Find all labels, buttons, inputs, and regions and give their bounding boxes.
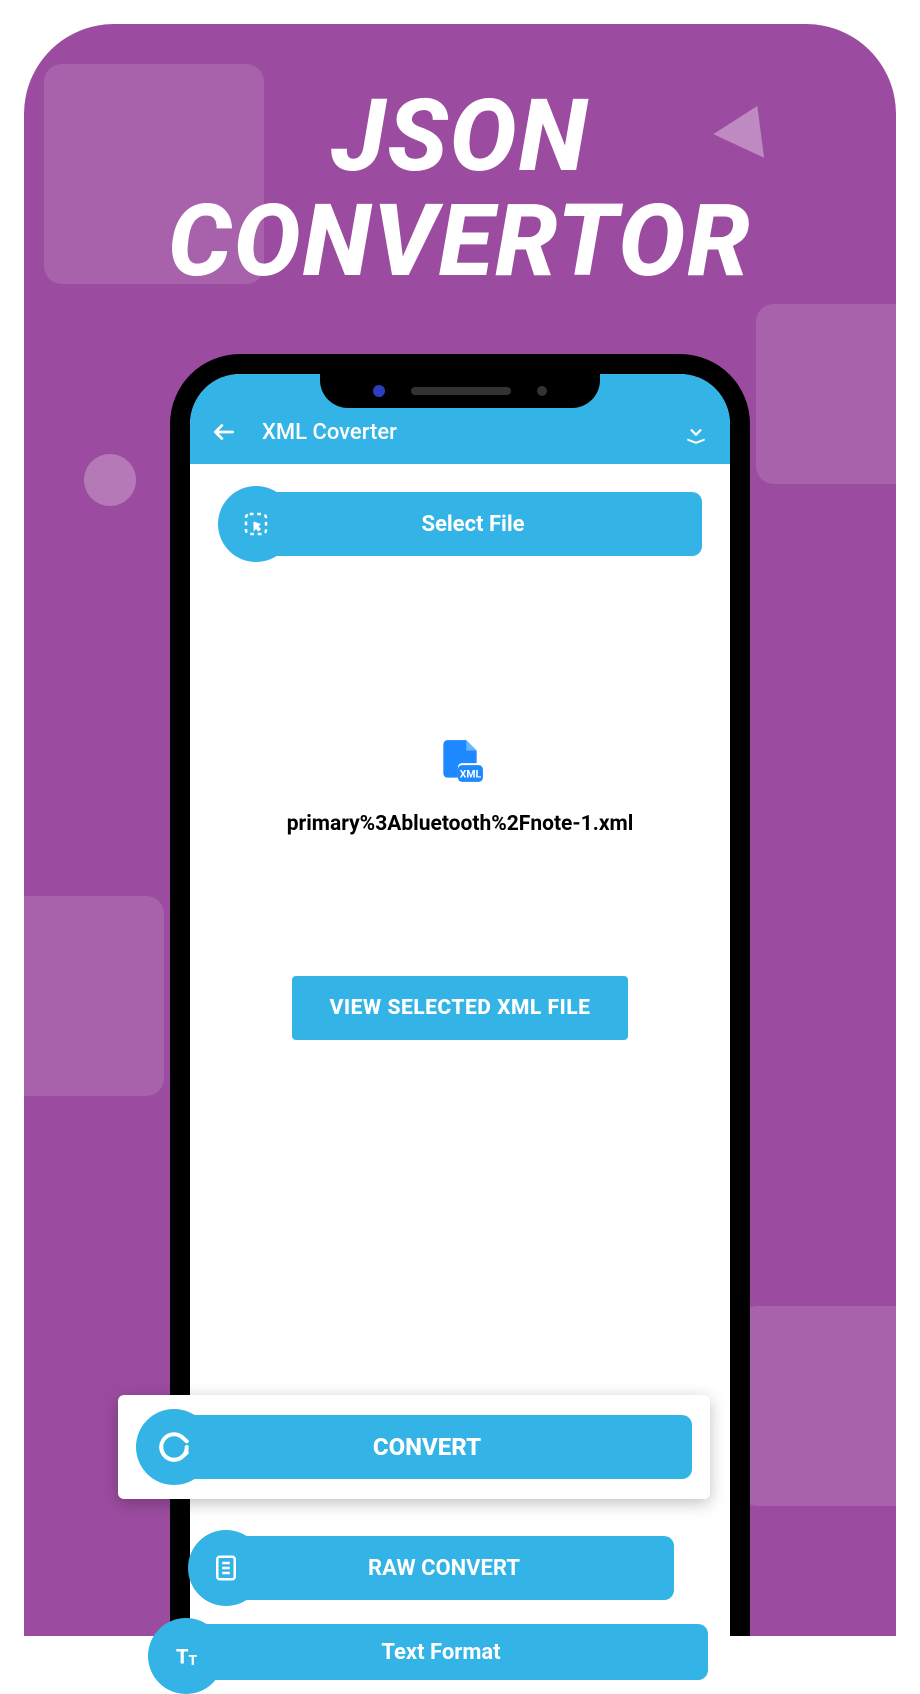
back-button[interactable] — [210, 418, 238, 446]
text-format-button[interactable]: Text Format TT — [148, 1624, 708, 1680]
selected-file-name: primary%3Abluetooth%2Fnote-1.xml — [287, 812, 634, 836]
decoration-square — [24, 896, 164, 1096]
select-file-label: Select File — [421, 512, 524, 537]
document-list-icon — [211, 1553, 241, 1583]
convert-card: CONVERT — [118, 1395, 710, 1499]
text-format-row: Text Format TT — [148, 1624, 708, 1680]
convert-button[interactable]: CONVERT — [136, 1415, 692, 1479]
speaker-slot — [411, 387, 511, 395]
promo-title: JSON CONVERTOR — [24, 84, 896, 294]
raw-convert-row: RAW CONVERT — [188, 1536, 674, 1600]
promo-title-line2: CONVERTOR — [168, 183, 752, 300]
appbar-title: XML Coverter — [262, 420, 658, 445]
text-icon: TT — [171, 1641, 201, 1671]
phone-notch — [320, 374, 600, 408]
view-button-label: VIEW SELECTED XML FILE — [330, 996, 591, 1020]
screen-body: Select File XML primary%3Abluetooth%2Fno… — [190, 464, 730, 1040]
select-file-icon-circle — [218, 486, 294, 562]
decoration-circle — [84, 454, 136, 506]
camera-dot — [373, 385, 385, 397]
download-icon — [683, 419, 709, 445]
convert-label: CONVERT — [373, 1433, 481, 1461]
svg-text:T: T — [176, 1645, 189, 1669]
arrow-left-icon — [211, 419, 237, 445]
selected-file-area: XML primary%3Abluetooth%2Fnote-1.xml — [287, 736, 634, 836]
refresh-icon — [157, 1430, 191, 1464]
raw-convert-label: RAW CONVERT — [368, 1556, 520, 1581]
raw-convert-icon-circle — [188, 1530, 264, 1606]
view-selected-file-button[interactable]: VIEW SELECTED XML FILE — [292, 976, 629, 1040]
raw-convert-button[interactable]: RAW CONVERT — [188, 1536, 674, 1600]
select-file-button[interactable]: Select File — [218, 492, 702, 556]
convert-icon-circle — [136, 1409, 212, 1485]
text-format-icon-circle: TT — [148, 1618, 224, 1694]
text-format-label: Text Format — [381, 1640, 500, 1665]
cursor-icon — [241, 509, 271, 539]
xml-file-icon: XML — [435, 736, 485, 786]
decoration-square — [756, 304, 896, 484]
svg-text:T: T — [189, 1653, 198, 1669]
download-button[interactable] — [682, 418, 710, 446]
promo-title-line1: JSON — [331, 78, 589, 195]
sensor-dot — [537, 386, 547, 396]
svg-text:XML: XML — [460, 768, 482, 781]
decoration-square — [736, 1306, 896, 1506]
